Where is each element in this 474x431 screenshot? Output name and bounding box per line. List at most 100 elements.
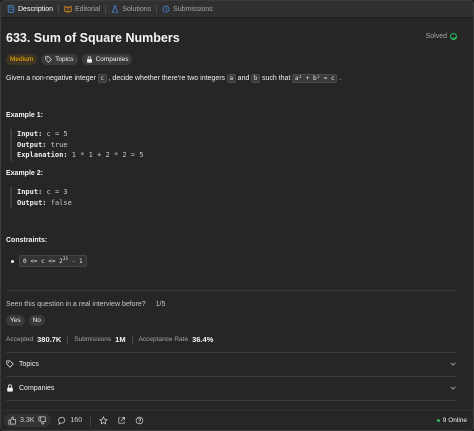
problem-stats: Accepted 380.7K Submissions 1M Acceptanc… [6, 335, 213, 344]
help-icon[interactable] [135, 416, 144, 425]
tab-label: Submissions [173, 5, 213, 13]
output-label: Output: [17, 140, 47, 149]
toolbar-divider [90, 415, 92, 426]
constraint-code: 0 <= c <= 231 - 1 [19, 255, 87, 267]
example-2-block: Input: c = 3 Output: false [10, 187, 72, 208]
comment-icon [58, 416, 66, 425]
inline-code: c [97, 74, 107, 83]
chevron-down-icon [450, 386, 456, 390]
companies-section[interactable]: Companies [6, 377, 457, 399]
inline-code: a² + b² = c [292, 74, 338, 83]
yes-button[interactable]: Yes [6, 315, 25, 326]
problem-title[interactable]: 633. Sum of Square Numbers [6, 31, 180, 45]
tab-editorial[interactable]: Editorial [60, 1, 104, 18]
companies-chip-label: Companies [95, 56, 129, 63]
explanation-value: 1 * 1 + 2 * 2 = 5 [71, 151, 144, 159]
topics-section-header: Topics [6, 360, 39, 368]
comments-button[interactable]: 160 [58, 416, 82, 425]
example-line: Output: true [17, 140, 143, 151]
companies-chip[interactable]: Companies [81, 54, 133, 65]
problem-description: Given a non-negative integer c , decide … [6, 74, 341, 83]
acceptance-rate-label: Acceptance Rate [138, 336, 189, 343]
tab-divider [156, 4, 158, 14]
interview-pager: 1/5 [155, 301, 166, 308]
description-icon [7, 5, 15, 13]
tab-description[interactable]: Description [3, 1, 57, 18]
companies-section-label: Companies [19, 384, 55, 392]
desc-text: and [237, 75, 250, 82]
online-dot [436, 419, 440, 422]
desc-text: , decide whether there're two integers [108, 75, 226, 82]
problem-panel: Description Editorial Solutions Submissi… [0, 0, 474, 431]
bullet [11, 259, 14, 263]
inline-code: b [251, 74, 260, 83]
vote-group: 3.3K [4, 414, 52, 427]
output-value: false [50, 198, 72, 207]
explanation-label: Explanation: [17, 151, 68, 159]
accepted-label: Accepted [6, 336, 34, 343]
like-count: 3.3K [20, 417, 35, 424]
input-label: Input: [17, 130, 43, 138]
desc-text: . [339, 75, 342, 82]
flask-icon [111, 5, 119, 13]
tab-divider [105, 4, 107, 14]
divider [6, 290, 457, 291]
submissions-label: Submissions [74, 336, 112, 343]
no-button[interactable]: No [28, 315, 45, 326]
history-icon [162, 5, 170, 13]
tab-label: Solutions [122, 5, 152, 13]
desc-text: such that [261, 75, 291, 82]
difficulty-badge: Medium [6, 54, 38, 65]
constraint-item: 0 <= c <= 231 - 1 [11, 255, 87, 267]
companies-section-header: Companies [6, 384, 54, 392]
tab-bar: Description Editorial Solutions Submissi… [1, 1, 473, 18]
constraint-text: - 1 [68, 258, 83, 265]
star-icon[interactable] [99, 416, 109, 425]
stats-divider [67, 335, 69, 344]
example-1-title: Example 1: [6, 112, 43, 119]
output-value: true [50, 140, 68, 149]
interview-answers: Yes No [6, 315, 45, 326]
accepted-value: 380.7K [37, 335, 62, 344]
thumbs-up-icon[interactable] [8, 416, 17, 425]
online-count: 9 Online [436, 417, 467, 424]
thumbs-down-icon[interactable] [38, 416, 47, 425]
submissions-value: 1M [115, 335, 126, 344]
divider [6, 400, 457, 401]
online-label: 9 Online [442, 417, 467, 424]
example-line: Input: c = 5 [17, 129, 143, 140]
topics-chip-label: Topics [55, 56, 74, 63]
tag-icon [6, 360, 14, 368]
interview-question: Seen this question in a real interview b… [6, 301, 165, 308]
check-circle-icon [450, 33, 457, 40]
example-2-title: Example 2: [6, 170, 43, 177]
acceptance-rate-value: 36.4% [192, 335, 214, 344]
bottom-toolbar: 3.3K 160 9 Online [1, 410, 473, 430]
tab-label: Editorial [75, 5, 101, 13]
tab-divider [58, 4, 60, 14]
tab-solutions[interactable]: Solutions [107, 1, 155, 18]
desc-text: Given a non-negative integer [6, 75, 96, 82]
topics-section[interactable]: Topics [6, 353, 457, 375]
input-value: c = 5 [46, 130, 68, 138]
constraints-title: Constraints: [6, 237, 48, 244]
lock-icon [7, 384, 13, 392]
example-1-block: Input: c = 5 Output: true Explanation: 1… [10, 129, 143, 161]
topics-section-label: Topics [19, 360, 39, 368]
inline-code: a [227, 74, 236, 83]
stats-divider [131, 335, 133, 344]
constraint-text: 0 <= c <= 2 [23, 258, 63, 265]
input-value: c = 3 [46, 188, 68, 196]
tag-icon [45, 56, 52, 63]
lock-icon [86, 56, 92, 63]
book-icon [64, 6, 72, 13]
interview-question-text: Seen this question in a real interview b… [6, 301, 146, 308]
tab-submissions[interactable]: Submissions [158, 1, 217, 18]
example-line: Input: c = 3 [17, 187, 72, 198]
comment-count: 160 [70, 417, 83, 424]
topics-chip[interactable]: Topics [41, 54, 78, 65]
share-icon[interactable] [117, 416, 126, 425]
example-line: Output: false [17, 198, 72, 209]
chevron-down-icon [450, 362, 456, 366]
tab-label: Description [18, 5, 54, 13]
